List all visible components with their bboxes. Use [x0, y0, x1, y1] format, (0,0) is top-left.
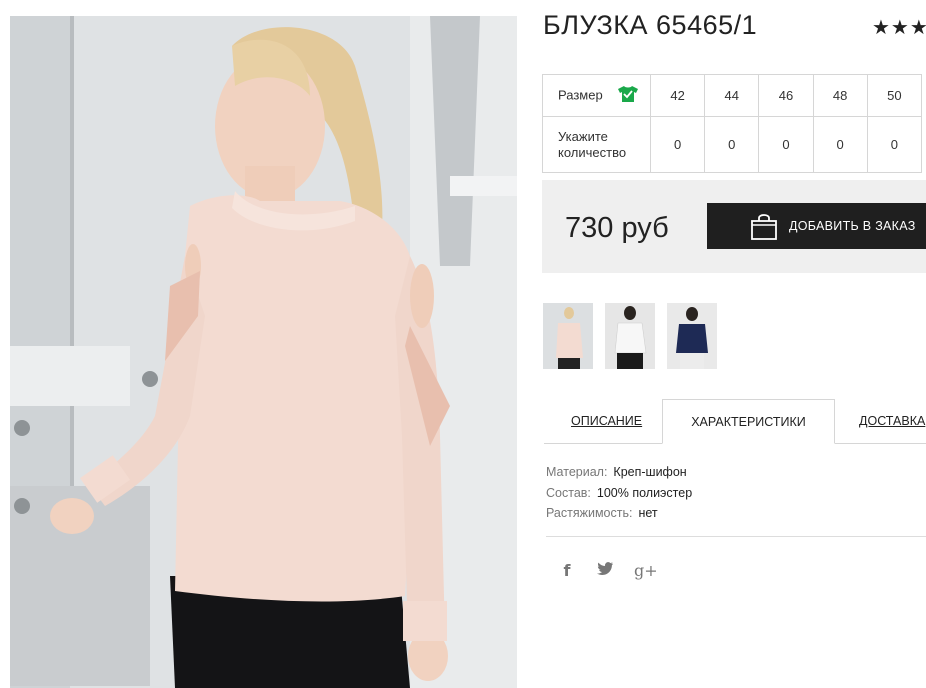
quantity-row: Укажите количество 0 0 0 0 0 [542, 116, 923, 173]
characteristics-list: Материал: Креп-шифон Состав: 100% полиэсте… [546, 462, 692, 524]
quantity-input[interactable]: 0 [649, 116, 706, 173]
add-to-order-label: ДОБАВИТЬ В ЗАКАЗ [789, 219, 916, 233]
size-row: Размер 42 44 46 48 50 [542, 74, 923, 117]
spec-value: нет [638, 506, 658, 520]
google-plus-icon[interactable]: g+ [634, 561, 658, 580]
twitter-icon[interactable] [596, 561, 614, 580]
product-main-photo [10, 16, 517, 688]
spec-key: Состав: [546, 485, 591, 500]
size-cell: 44 [704, 74, 760, 117]
tab-delivery[interactable]: ДОСТАВКА [859, 414, 925, 428]
add-to-order-button[interactable]: ДОБАВИТЬ В ЗАКАЗ [707, 203, 926, 249]
product-title: БЛУЗКА 65465/1 [543, 10, 758, 40]
social-share: f g+ [558, 561, 658, 580]
quantity-label-line2: количество [558, 144, 627, 160]
spec-key: Растяжимость: [546, 506, 633, 520]
divider [546, 536, 926, 537]
spec-key: Материал: [546, 465, 608, 479]
size-cell: 42 [649, 74, 706, 117]
size-cell: 46 [758, 74, 814, 117]
spec-row: Растяжимость: нет [546, 503, 692, 524]
size-cell: 48 [812, 74, 868, 117]
size-cell: 50 [866, 74, 923, 117]
thumbnail-navy[interactable] [667, 303, 717, 369]
quantity-input[interactable]: 0 [758, 116, 814, 173]
spec-value: 100% полиэстер [596, 485, 693, 500]
spec-row: Состав: 100% полиэстер [546, 483, 692, 504]
product-price: 730 руб [565, 212, 669, 244]
quantity-label-line1: Укажите [558, 128, 608, 144]
product-tabs: ОПИСАНИЕ ХАРАКТЕРИСТИКИ ДОСТАВКА [544, 399, 926, 444]
thumbnail-gallery [543, 303, 717, 369]
size-quantity-table: Размер 42 44 46 48 50 Укажите количество… [542, 74, 923, 173]
spec-row: Материал: Креп-шифон [546, 462, 692, 483]
quantity-label-cell: Укажите количество [542, 116, 651, 173]
rating-stars: ★★★ [872, 17, 926, 39]
thumbnail-pink[interactable] [543, 303, 593, 369]
quantity-input[interactable]: 0 [704, 116, 760, 173]
tab-description[interactable]: ОПИСАНИЕ [571, 414, 642, 428]
tab-characteristics[interactable]: ХАРАКТЕРИСТИКИ [662, 399, 835, 444]
quantity-input[interactable]: 0 [812, 116, 868, 173]
size-label-cell: Размер [542, 74, 651, 117]
price-bar: 730 руб ДОБАВИТЬ В ЗАКАЗ [542, 180, 926, 273]
facebook-icon[interactable]: f [558, 561, 576, 580]
shopping-bag-icon [750, 211, 778, 244]
thumbnail-white[interactable] [605, 303, 655, 369]
shirt-icon[interactable] [618, 85, 639, 107]
size-label: Размер [558, 86, 603, 102]
spec-value: Креп-шифон [613, 465, 687, 479]
quantity-input[interactable]: 0 [866, 116, 923, 173]
